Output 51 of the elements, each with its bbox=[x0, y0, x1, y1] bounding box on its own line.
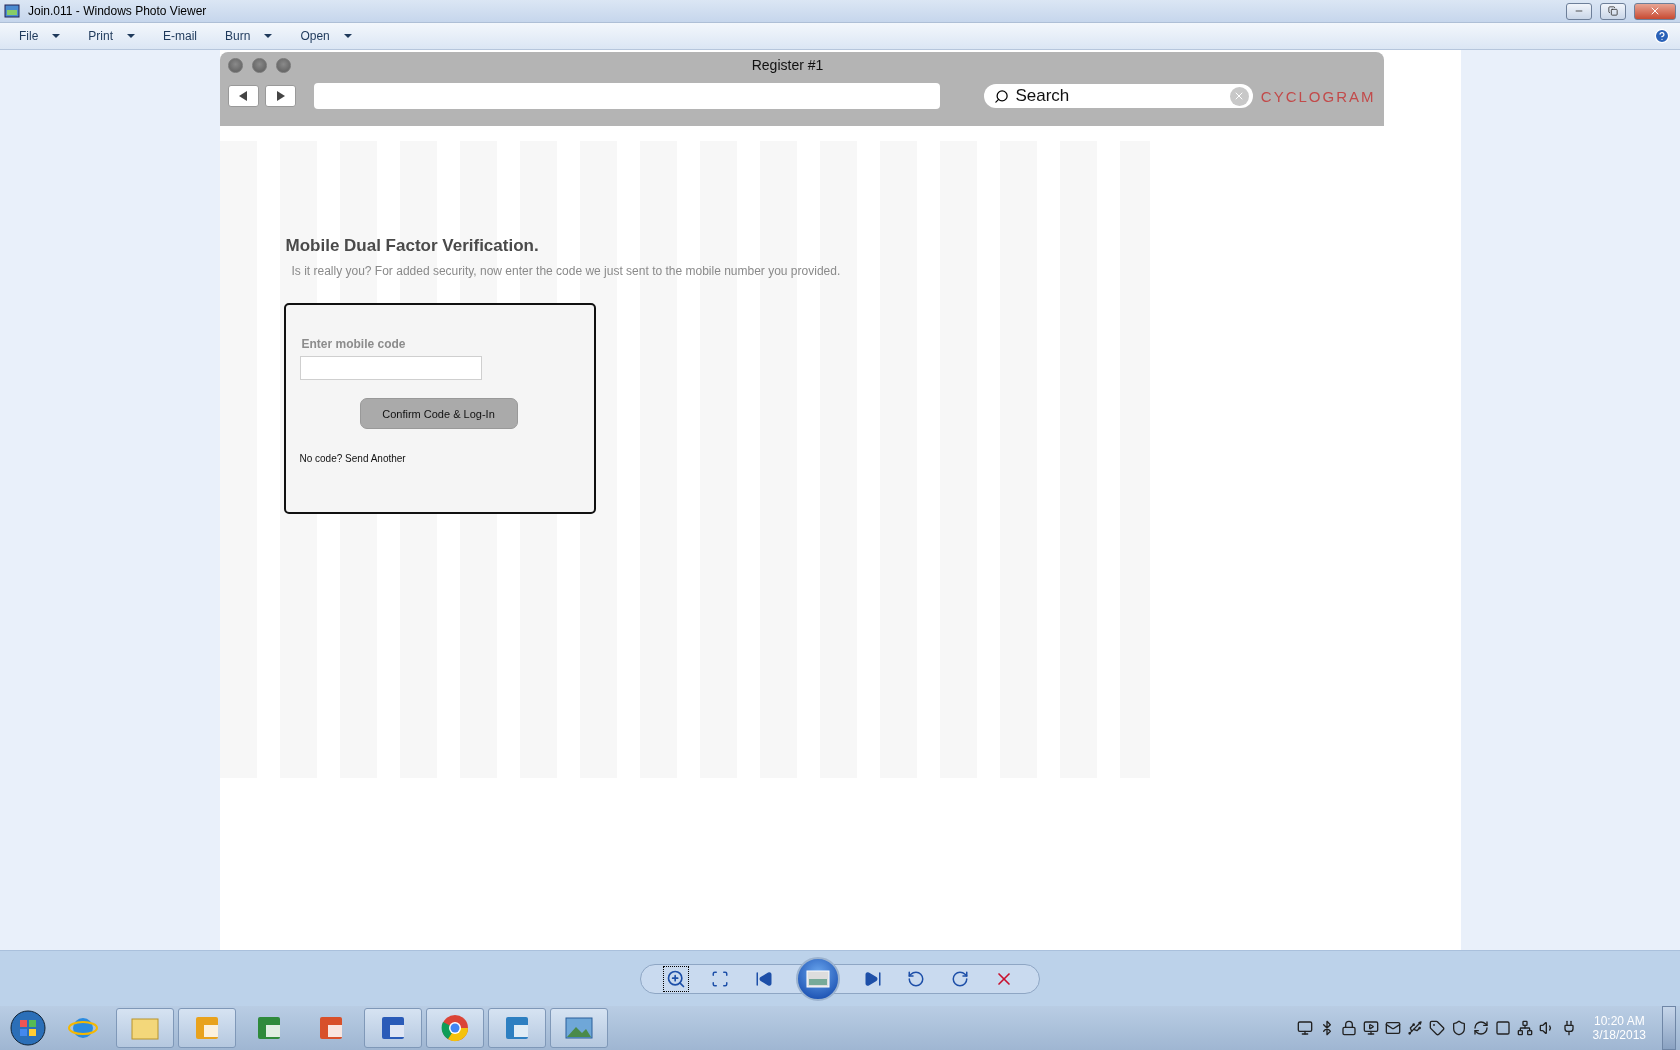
restore-icon bbox=[1608, 6, 1618, 16]
brand-logo: CYCLOGRAM bbox=[1260, 87, 1376, 105]
zoom-button[interactable] bbox=[663, 966, 688, 991]
window-dot[interactable] bbox=[251, 57, 267, 73]
menu-item[interactable]: Burn bbox=[216, 25, 282, 47]
mail-icon[interactable] bbox=[1384, 1020, 1401, 1036]
previous-icon bbox=[754, 969, 773, 988]
back-button[interactable] bbox=[227, 85, 259, 107]
right-triangle-icon bbox=[274, 90, 287, 102]
app-icon bbox=[4, 4, 20, 18]
lock-icon[interactable] bbox=[1340, 1020, 1357, 1036]
rotate-left-icon bbox=[907, 969, 926, 988]
sync-icon[interactable] bbox=[1472, 1020, 1489, 1036]
page-heading: Mobile Dual Factor Verification. bbox=[285, 236, 539, 256]
menu-item[interactable]: Open bbox=[291, 25, 361, 47]
close-button[interactable] bbox=[1634, 2, 1676, 20]
code-field[interactable] bbox=[299, 356, 482, 380]
picture-icon bbox=[806, 969, 831, 988]
network-icon[interactable] bbox=[1516, 1020, 1533, 1036]
help-icon[interactable] bbox=[1654, 28, 1670, 44]
field-label: Enter mobile code bbox=[301, 337, 406, 351]
usb-icon[interactable] bbox=[1406, 1020, 1423, 1036]
browser-title: Register #1 bbox=[751, 57, 825, 73]
menu-item[interactable]: E-mail bbox=[154, 25, 207, 47]
menu-item[interactable]: File bbox=[10, 25, 70, 47]
photo-viewer-icon[interactable] bbox=[550, 1008, 608, 1048]
restore-button[interactable] bbox=[1600, 2, 1626, 20]
resend-link[interactable]: No code? Send Another bbox=[299, 453, 406, 464]
minimize-button[interactable] bbox=[1566, 2, 1592, 20]
forward-button[interactable] bbox=[264, 85, 297, 107]
tag-icon[interactable] bbox=[1428, 1020, 1445, 1036]
intro-text: Is it really you? For added security, now enter the code we just sent to the mobile number you provided. bbox=[291, 264, 841, 278]
fit-icon bbox=[711, 969, 730, 988]
menu-item[interactable]: Print bbox=[79, 25, 145, 47]
zoom-icon bbox=[665, 968, 686, 989]
close-icon bbox=[1649, 5, 1661, 17]
rotate-right-icon bbox=[950, 969, 969, 988]
monitor-icon[interactable] bbox=[1362, 1020, 1379, 1036]
search-box[interactable]: Search bbox=[984, 84, 1253, 108]
address-field[interactable] bbox=[314, 83, 941, 109]
window-dot[interactable] bbox=[275, 57, 291, 73]
window-dot[interactable] bbox=[227, 57, 243, 73]
square-icon[interactable] bbox=[1494, 1020, 1511, 1036]
search-icon bbox=[994, 88, 1010, 104]
monitor-icon[interactable] bbox=[1296, 1020, 1313, 1036]
next-icon bbox=[863, 969, 882, 988]
window-title: Join.011 - Windows Photo Viewer bbox=[28, 4, 208, 18]
confirm-button[interactable]: Confirm Code & Log-In bbox=[359, 398, 518, 429]
shield-icon[interactable] bbox=[1450, 1020, 1467, 1036]
chrome-icon[interactable] bbox=[426, 1008, 484, 1048]
left-triangle-icon bbox=[237, 90, 250, 102]
